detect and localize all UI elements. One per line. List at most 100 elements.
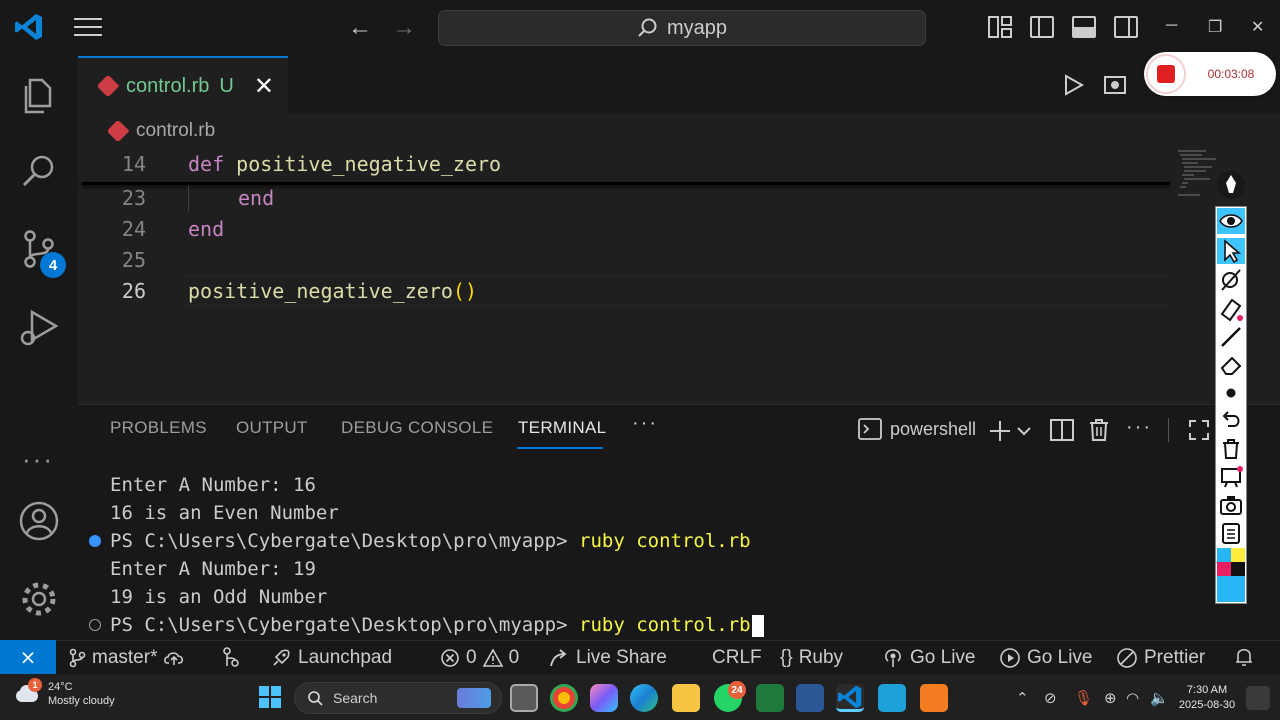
panel-more-icon[interactable]: ···: [632, 412, 658, 435]
more-views-icon[interactable]: ···: [22, 444, 54, 475]
tab-close-icon[interactable]: ✕: [254, 72, 274, 101]
error-count: 0: [466, 647, 477, 668]
chrome-icon[interactable]: [550, 684, 578, 712]
run-file-icon[interactable]: [1060, 72, 1086, 98]
tab-debug-console[interactable]: DEBUG CONSOLE: [341, 418, 493, 438]
notification-center-icon[interactable]: [1246, 686, 1270, 710]
terminal-prompt-line[interactable]: PS C:\Users\Cybergate\Desktop\pro\myapp>…: [110, 612, 764, 638]
color-swatch-cyan[interactable]: [1217, 576, 1245, 602]
maximize-panel-icon[interactable]: [1188, 419, 1210, 441]
tab-terminal[interactable]: TERMINAL: [518, 418, 606, 438]
edge-icon[interactable]: [630, 684, 658, 712]
eol-selector[interactable]: CRLF: [712, 647, 762, 669]
terminal-more-icon[interactable]: ···: [1126, 416, 1152, 439]
chevron-down-icon[interactable]: [1016, 424, 1032, 438]
prettier-button[interactable]: Prettier: [1116, 647, 1205, 669]
remote-icon: ⨯: [19, 646, 37, 669]
toggle-panel-icon[interactable]: [1072, 16, 1096, 38]
clear-trash-icon[interactable]: [1218, 436, 1244, 462]
terminal-cursor: [751, 614, 764, 637]
system-clock[interactable]: 7:30 AM 2025-08-30: [1176, 683, 1238, 713]
tray-chevron-up-icon[interactable]: ⌃: [1016, 689, 1029, 707]
notifications-bell-icon[interactable]: [1234, 646, 1254, 668]
restore-window-icon[interactable]: ❐: [1208, 17, 1222, 37]
weather-widget[interactable]: 1 24°C Mostly cloudy: [14, 678, 115, 708]
breadcrumb-file[interactable]: control.rb: [136, 120, 215, 142]
minimize-window-icon[interactable]: ─: [1166, 17, 1177, 35]
file-explorer-icon[interactable]: [672, 684, 700, 712]
line-number: 23: [121, 186, 146, 210]
eye-icon[interactable]: [1217, 208, 1245, 234]
hide-pen-icon[interactable]: [1218, 268, 1244, 294]
tab-control-rb[interactable]: control.rb U ✕: [78, 56, 288, 114]
git-branch[interactable]: master*: [68, 647, 185, 669]
trash-icon[interactable]: [1088, 418, 1110, 442]
split-editor-icon[interactable]: [1102, 72, 1128, 98]
language-globe-icon[interactable]: ⊕: [1104, 689, 1117, 707]
command-pending-dot[interactable]: [89, 619, 101, 631]
customize-layout-icon[interactable]: [988, 16, 1012, 38]
copilot-icon[interactable]: [590, 684, 618, 712]
terminal-command-input[interactable]: ruby control.rb: [579, 614, 751, 636]
notepad-icon[interactable]: [878, 684, 906, 712]
toggle-primary-sidebar-icon[interactable]: [1030, 16, 1054, 38]
highlighter-icon[interactable]: [1218, 296, 1244, 322]
camera-icon[interactable]: [1218, 492, 1244, 518]
toggle-secondary-sidebar-icon[interactable]: [1114, 16, 1138, 38]
brush-size-icon[interactable]: [1218, 380, 1244, 406]
task-view-icon[interactable]: [510, 684, 538, 712]
go-live-button-1[interactable]: Go Live: [882, 647, 975, 669]
split-terminal-icon[interactable]: [1050, 419, 1074, 441]
close-window-icon[interactable]: ✕: [1251, 17, 1264, 37]
forward-arrow-icon[interactable]: →: [392, 14, 416, 42]
whiteboard-icon[interactable]: [1218, 464, 1244, 490]
accounts-icon[interactable]: [18, 500, 60, 542]
explorer-icon[interactable]: [18, 74, 60, 116]
git-graph-icon[interactable]: [220, 646, 242, 668]
tab-output[interactable]: OUTPUT: [236, 418, 308, 438]
recorder-taskbar-icon[interactable]: [920, 684, 948, 712]
problems-counter[interactable]: 0 0: [440, 647, 519, 669]
search-highlight-icon: [457, 688, 491, 708]
new-terminal-plus-icon[interactable]: [988, 420, 1012, 442]
color-swatch-blue[interactable]: [1217, 548, 1231, 562]
menu-icon[interactable]: [74, 18, 102, 38]
command-success-dot[interactable]: [89, 535, 101, 547]
live-share-button[interactable]: Live Share: [548, 647, 667, 669]
tray-network-off-icon[interactable]: ⊘: [1044, 689, 1057, 707]
word-icon[interactable]: [796, 684, 824, 712]
vscode-taskbar-icon[interactable]: [836, 684, 864, 712]
indent-guide: [188, 186, 189, 212]
color-swatch-pink[interactable]: [1217, 562, 1231, 576]
microphone-icon[interactable]: 🎙: [1074, 689, 1093, 707]
back-arrow-icon[interactable]: ←: [348, 14, 372, 42]
run-and-debug-icon[interactable]: [18, 306, 60, 348]
camtasia-icon[interactable]: [756, 684, 784, 712]
volume-icon[interactable]: 🔈: [1150, 689, 1169, 707]
wifi-icon[interactable]: ◠: [1126, 689, 1139, 707]
command-center-search[interactable]: myapp: [438, 10, 926, 46]
launchpad-button[interactable]: Launchpad: [270, 647, 392, 669]
windows-start-icon[interactable]: [258, 685, 282, 709]
search-icon: [638, 18, 657, 37]
line-number: 14: [121, 152, 146, 176]
branch-name: master*: [92, 647, 158, 668]
pointer-arrow-icon[interactable]: [1217, 238, 1245, 264]
search-view-icon[interactable]: [18, 150, 60, 192]
breadcrumb[interactable]: control.rb: [106, 119, 215, 143]
language-selector[interactable]: {} Ruby: [780, 647, 843, 669]
eraser-icon[interactable]: [1218, 352, 1244, 378]
terminal-shell-selector[interactable]: powershell: [858, 418, 976, 440]
color-swatch-black[interactable]: [1231, 562, 1245, 576]
pen-tool-icon[interactable]: [1216, 170, 1246, 200]
clipboard-icon[interactable]: [1218, 520, 1244, 546]
tab-problems[interactable]: PROBLEMS: [110, 418, 207, 438]
undo-icon[interactable]: [1218, 408, 1244, 434]
remote-indicator[interactable]: ⨯: [0, 640, 56, 674]
color-swatch-yellow[interactable]: [1231, 548, 1245, 562]
manage-gear-icon[interactable]: [18, 578, 60, 620]
go-live-button-2[interactable]: Go Live: [999, 647, 1092, 669]
stop-recording-button[interactable]: [1146, 54, 1186, 94]
taskbar-search[interactable]: Search: [294, 682, 502, 714]
line-tool-icon[interactable]: [1218, 324, 1244, 350]
